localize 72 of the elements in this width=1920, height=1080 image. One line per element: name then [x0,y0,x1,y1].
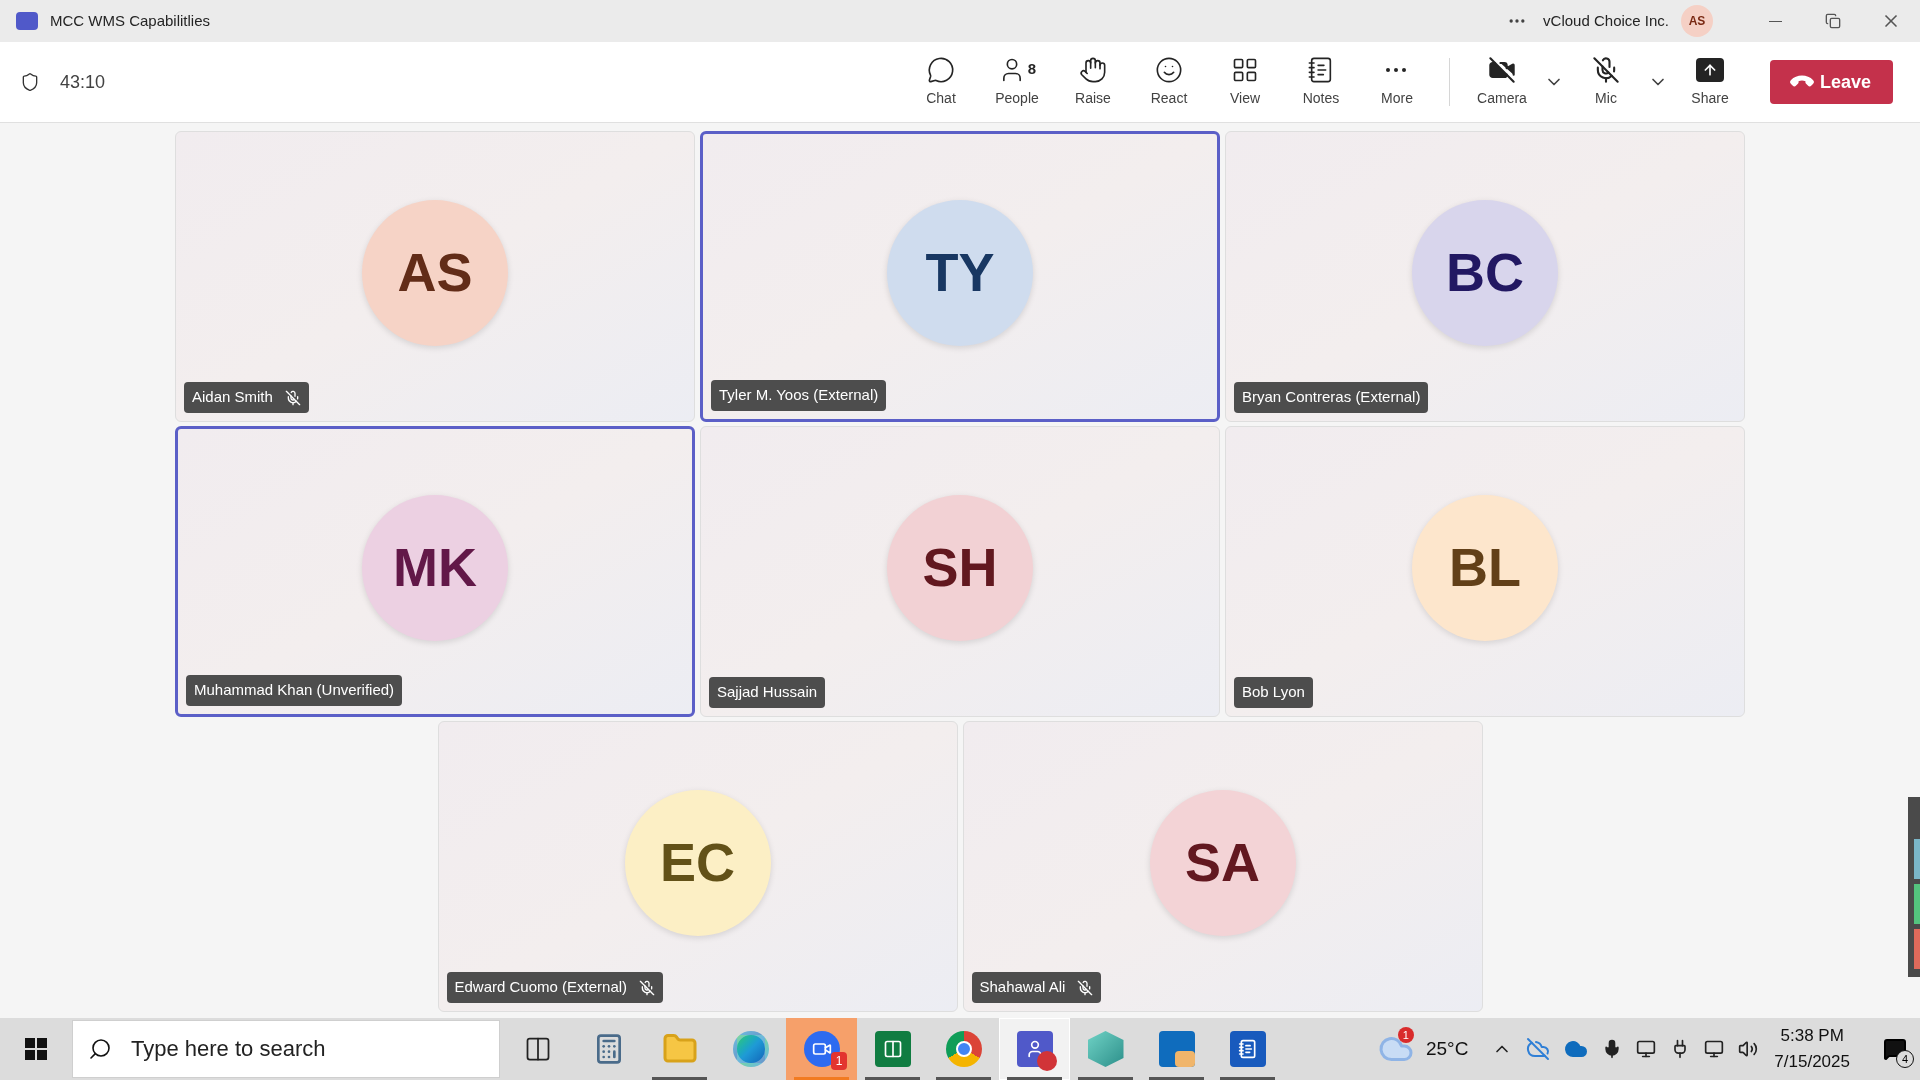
taskbar-app-button[interactable]: 1 [786,1018,857,1080]
speaker-icon[interactable] [1738,1039,1759,1059]
clock-time: 5:38 PM [1780,1025,1844,1047]
people-count: 8 [1027,59,1037,80]
chat-button[interactable]: Chat [905,47,977,117]
clock-date: 7/15/2025 [1774,1051,1850,1073]
share-icon [1696,57,1724,82]
search-icon [88,1037,112,1061]
monitor-icon[interactable] [1636,1039,1657,1059]
notifications-button[interactable]: 4 [1870,1018,1920,1080]
avatar-initials: BL [1449,536,1521,599]
account-name: vCloud Choice Inc. [1543,10,1669,31]
view-button[interactable]: View [1209,47,1281,117]
taskbar-app-button[interactable] [999,1018,1070,1080]
windows-logo-icon [25,1038,47,1060]
temperature: 25°C [1425,1036,1469,1061]
leave-button[interactable]: Leave [1770,60,1893,104]
chat-bubble-icon [927,55,955,84]
toolbar-label: People [995,88,1039,108]
more-button[interactable]: More [1361,47,1433,117]
video-app-icon [803,1031,840,1067]
participant-name: Sajjad Hussain [717,682,818,703]
meeting-timer: 43:10 [60,70,106,94]
camera-button[interactable]: Camera [1466,47,1538,117]
account-avatar[interactable]: AS [1681,5,1713,37]
app-badge: 1 [831,1052,847,1070]
react-button[interactable]: React [1133,47,1205,117]
smiley-icon [1155,55,1183,84]
mic-button[interactable]: Mic [1570,47,1642,117]
avatar-initials: TY [925,241,995,304]
participant-name: Bryan Contreras (External) [1242,387,1421,408]
weather-badge: 1 [1397,1027,1414,1043]
avatar-initials: BC [1446,241,1524,304]
shield-icon [20,72,40,92]
toolbar-label: Mic [1595,88,1617,108]
participant-name: Edward Cuomo (External) [454,977,628,998]
hand-icon [1079,55,1107,84]
people-button[interactable]: 8 People [981,47,1053,117]
avatar-initials: SA [1185,831,1260,894]
avatar-initials: EC [660,831,735,894]
toolbar-label: View [1229,88,1261,108]
toolbar-label: Share [1691,88,1729,108]
participant-name: Aidan Smith [192,387,273,408]
search-field[interactable]: Type here to search [72,1020,500,1078]
participant-name: Tyler M. Yoos (External) [719,385,879,406]
participant-name: Shahawal Ali [979,977,1066,998]
notification-count: 4 [1896,1050,1914,1068]
toolbar-label: More [1381,88,1413,108]
toolbar-label: Chat [926,88,956,108]
cloud-off-icon[interactable] [1526,1037,1551,1061]
share-button[interactable]: Share [1674,47,1746,117]
app-logo-icon [16,12,38,30]
toolbar-label: React [1150,88,1188,108]
minimize-icon [1768,20,1782,22]
document-app-icon [1229,1031,1266,1067]
avatar-initials: AS [397,241,473,304]
raise-button[interactable]: Raise [1057,47,1129,117]
participant-name: Bob Lyon [1242,682,1305,703]
more-icon [1386,67,1408,72]
restore-icon [1825,13,1841,29]
mail-app-icon [1158,1031,1195,1067]
clock[interactable]: 5:38 PM 7/15/2025 [1774,1023,1850,1075]
spreadsheet-app-icon [874,1031,911,1067]
participant-name: Muhammad Khan (Unverified) [194,680,395,701]
window-title: MCC WMS Capabilitlies [50,10,211,31]
notes-button[interactable]: Notes [1285,47,1357,117]
avatar-initials: MK [393,536,477,599]
browser-swirl-icon [732,1031,769,1067]
avatar-initials: SH [922,536,998,599]
toolbar-label: Notes [1302,88,1340,108]
toolbar-label: Raise [1075,88,1111,108]
toolbar-label: Camera [1477,88,1527,108]
